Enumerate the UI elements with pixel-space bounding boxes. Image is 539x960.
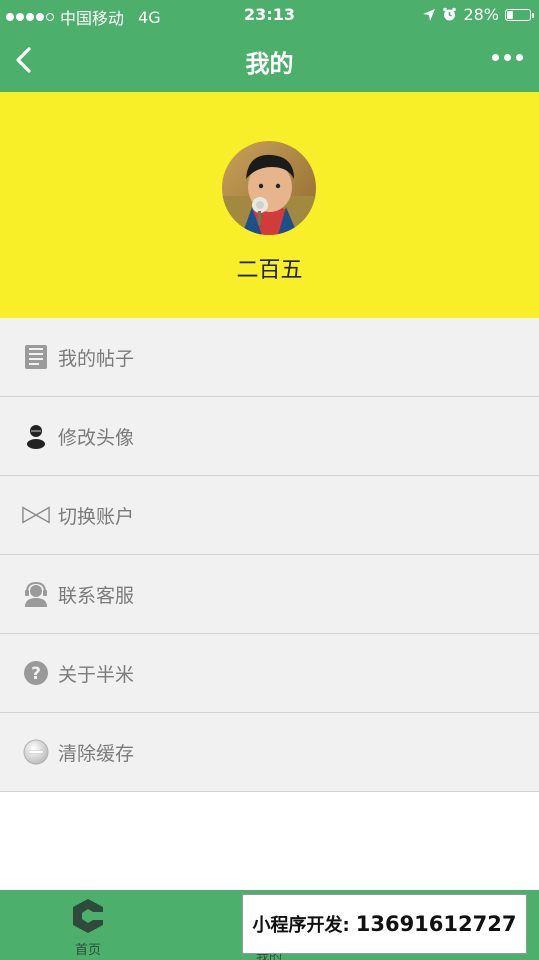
status-bar: 中国移动 4G 23:13 28% <box>0 0 539 30</box>
status-right: 28% <box>422 5 534 24</box>
more-dots-icon[interactable] <box>492 54 523 61</box>
promo-label: 小程序开发: <box>252 915 350 936</box>
menu-item-label: 切换账户 <box>58 505 135 528</box>
menu-item-label: 联系客服 <box>58 584 135 607</box>
profile-header: 二百五 <box>0 92 539 318</box>
menu-list: 我的帖子 修改头像 切换账户 联系客服 ? 关于半米 清除缓存 <box>0 318 539 792</box>
menu-item-label: 清除缓存 <box>58 742 135 765</box>
menu-item-change-avatar[interactable]: 修改头像 <box>0 397 539 476</box>
promo-phone: 13691612727 <box>355 912 517 936</box>
menu-item-label: 我的帖子 <box>58 347 135 370</box>
promo-watermark: 小程序开发: 13691612727 <box>242 894 527 954</box>
menu-item-about[interactable]: ? 关于半米 <box>0 634 539 713</box>
bowtie-swap-icon <box>22 501 50 529</box>
menu-item-clear-cache[interactable]: 清除缓存 <box>0 713 539 792</box>
menu-item-contact-service[interactable]: 联系客服 <box>0 555 539 634</box>
menu-item-label: 关于半米 <box>58 663 135 686</box>
menu-item-switch-account[interactable]: 切换账户 <box>0 476 539 555</box>
headset-user-icon <box>22 580 50 608</box>
battery-icon <box>505 8 534 21</box>
alarm-clock-icon <box>443 7 457 21</box>
nav-bar: 我的 <box>0 30 539 92</box>
person-silhouette-icon <box>22 422 50 450</box>
document-list-icon <box>22 343 50 371</box>
tab-home[interactable]: 首页 <box>58 898 118 958</box>
avatar[interactable] <box>222 141 316 235</box>
location-arrow-icon <box>423 8 436 21</box>
battery-level-fill <box>507 10 513 19</box>
svg-text:?: ? <box>31 664 41 684</box>
page-title: 我的 <box>245 50 294 78</box>
menu-item-label: 修改头像 <box>58 426 135 449</box>
minus-circle-icon <box>22 738 50 766</box>
c-logo-icon <box>73 899 103 933</box>
battery-percent: 28% <box>463 5 499 24</box>
menu-item-my-posts[interactable]: 我的帖子 <box>0 318 539 397</box>
tab-home-label: 首页 <box>74 943 101 958</box>
profile-name: 二百五 <box>236 258 303 283</box>
question-circle-icon: ? <box>22 659 50 687</box>
